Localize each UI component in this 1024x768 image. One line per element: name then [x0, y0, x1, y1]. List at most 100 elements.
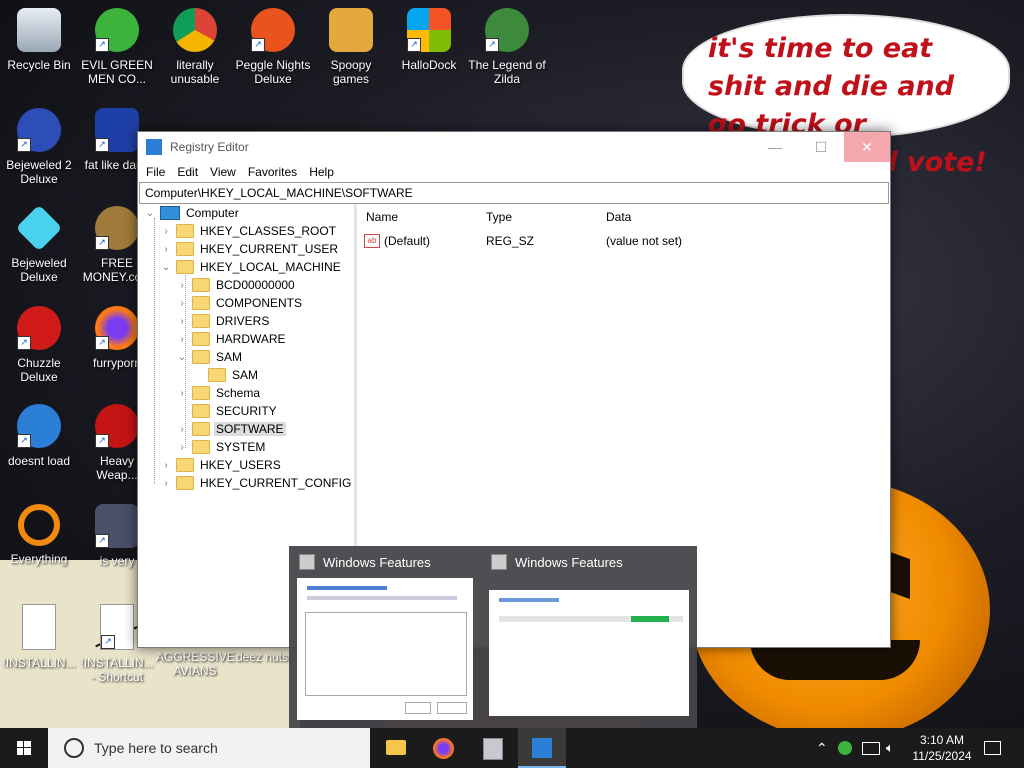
money-bag-icon: ↗: [95, 206, 139, 250]
tree-node-hkcr[interactable]: › HKEY_CLASSES_ROOT: [160, 222, 338, 240]
tree-node-sam-child[interactable]: SAM: [192, 366, 260, 384]
tree-node-computer[interactable]: ⌄ Computer: [144, 204, 241, 222]
start-button[interactable]: [0, 728, 48, 768]
text-file-icon: [22, 604, 56, 650]
thumbnail-2-preview[interactable]: [489, 590, 689, 716]
desktop-icon-peggle-nights[interactable]: ↗ Peggle Nights Deluxe: [234, 8, 312, 86]
maximize-button[interactable]: ☐: [798, 132, 844, 162]
computer-icon: [160, 206, 180, 220]
thunderbird-icon: ↗: [17, 404, 61, 448]
expand-icon[interactable]: ›: [176, 442, 188, 453]
expand-icon[interactable]: ›: [160, 460, 172, 471]
tree-node-hkcu[interactable]: › HKEY_CURRENT_USER: [160, 240, 340, 258]
desktop-icon-legend-of-zilda[interactable]: ↗ The Legend of Zilda: [468, 8, 546, 86]
folder-icon: [176, 224, 194, 238]
desktop-icon-chuzzle[interactable]: ↗ Chuzzle Deluxe: [0, 306, 78, 384]
desktop-icon-recycle-bin[interactable]: Recycle Bin: [0, 8, 78, 72]
tree-node-drivers[interactable]: › DRIVERS: [176, 312, 271, 330]
tree-node-security[interactable]: SECURITY: [176, 402, 279, 420]
folder-icon: [192, 422, 210, 436]
tree-node-sam[interactable]: ⌄ SAM: [176, 348, 244, 366]
tree-node-schema[interactable]: › Schema: [176, 384, 262, 402]
expand-icon[interactable]: ›: [176, 424, 188, 435]
windows-features-icon: [299, 554, 315, 570]
title-bar[interactable]: Registry Editor — ☐ ✕: [138, 132, 890, 162]
value-row-type: REG_SZ: [486, 234, 535, 248]
folder-icon: [176, 476, 194, 490]
expand-icon[interactable]: ›: [176, 334, 188, 345]
close-button[interactable]: ✕: [844, 132, 890, 162]
clock-date: 11/25/2024: [912, 749, 972, 763]
menu-view[interactable]: View: [204, 165, 242, 179]
tree-node-components[interactable]: › COMPONENTS: [176, 294, 304, 312]
tray-volume[interactable]: 🔈︎: [886, 728, 894, 768]
folder-icon: [176, 242, 194, 256]
column-header-name[interactable]: Name: [366, 210, 398, 226]
menu-edit[interactable]: Edit: [171, 165, 204, 179]
mpl-icon: ↗: [95, 108, 139, 152]
expand-icon[interactable]: ›: [160, 244, 172, 255]
zelda-character-icon: ↗: [485, 8, 529, 52]
expand-icon[interactable]: ›: [176, 316, 188, 327]
thumbnail-2-title[interactable]: Windows Features: [491, 554, 623, 570]
expand-icon[interactable]: ›: [176, 388, 188, 399]
tree-node-hklm[interactable]: ⌄ HKEY_LOCAL_MACHINE: [160, 258, 343, 276]
desktop-icon-spoopy-games[interactable]: Spoopy games: [312, 8, 390, 86]
desktop-icon-doesnt-load[interactable]: ↗ doesnt load: [0, 404, 78, 468]
folder-icon: [192, 440, 210, 454]
column-header-data[interactable]: Data: [606, 210, 631, 226]
taskbar-clock[interactable]: 3:10 AM 11/25/2024: [906, 732, 978, 764]
tray-network[interactable]: [862, 728, 880, 768]
collapse-icon[interactable]: ⌄: [160, 262, 172, 273]
thumbnail-1-title[interactable]: Windows Features: [299, 554, 431, 570]
tree-node-bcd[interactable]: › BCD00000000: [176, 276, 297, 294]
menu-bar: File Edit View Favorites Help: [138, 162, 890, 182]
expand-icon[interactable]: ›: [176, 280, 188, 291]
tree-node-system[interactable]: › SYSTEM: [176, 438, 267, 456]
taskbar-windows-features[interactable]: [468, 728, 516, 768]
menu-help[interactable]: Help: [303, 165, 340, 179]
diamond-gem-icon: [15, 204, 63, 252]
tree-node-hardware[interactable]: › HARDWARE: [176, 330, 288, 348]
address-bar[interactable]: Computer\HKEY_LOCAL_MACHINE\SOFTWARE: [139, 182, 889, 204]
clock-time: 3:10 AM: [919, 733, 965, 747]
menu-file[interactable]: File: [140, 165, 171, 179]
desktop-icon-everything[interactable]: Everything: [0, 504, 78, 566]
thumbnail-1-preview[interactable]: [297, 578, 473, 720]
show-hidden-icons-button[interactable]: ⌃: [816, 728, 828, 768]
taskbar-registry-editor[interactable]: [518, 728, 566, 768]
menu-favorites[interactable]: Favorites: [242, 165, 303, 179]
minimize-button[interactable]: —: [752, 132, 798, 162]
regedit-icon: [146, 139, 162, 155]
regedit-icon: [532, 738, 552, 758]
expand-icon[interactable]: ›: [176, 298, 188, 309]
folder-icon: [192, 314, 210, 328]
action-center-button[interactable]: [984, 728, 1001, 768]
taskbar-search-box[interactable]: Type here to search: [48, 728, 370, 768]
bejeweled-2-icon: ↗: [17, 108, 61, 152]
shield-logo-icon: ↗: [95, 504, 139, 548]
expand-icon[interactable]: ›: [160, 478, 172, 489]
tray-user-icon[interactable]: [838, 728, 852, 768]
firefox-icon: [433, 738, 454, 759]
desktop-icon-installing[interactable]: !INSTALLIN...: [0, 604, 78, 670]
tree-node-hkcc[interactable]: › HKEY_CURRENT_CONFIG: [160, 474, 353, 492]
folder-icon: [192, 404, 210, 418]
notification-icon: [984, 741, 1001, 755]
desktop-icon-literally-unusable[interactable]: literally unusable: [156, 8, 234, 86]
folder-icon: [192, 386, 210, 400]
desktop-icon-evil-green-men[interactable]: ↗ EVIL GREEN MEN CO...: [78, 8, 156, 86]
tree-node-software[interactable]: › SOFTWARE: [176, 420, 286, 438]
desktop-icon-bejeweled[interactable]: Bejeweled Deluxe: [0, 204, 78, 284]
taskbar-firefox[interactable]: [420, 728, 468, 768]
collapse-icon[interactable]: ⌄: [144, 208, 156, 219]
desktop-icon-hallodock[interactable]: ↗ HalloDock: [390, 8, 468, 72]
windows-features-icon: [483, 738, 503, 760]
taskbar-file-explorer[interactable]: [372, 728, 420, 768]
value-row-name[interactable]: ab (Default): [364, 232, 430, 250]
desktop-icon-bejeweled2[interactable]: ↗ Bejeweled 2 Deluxe: [0, 108, 78, 186]
tree-node-hku[interactable]: › HKEY_USERS: [160, 456, 283, 474]
collapse-icon[interactable]: ⌄: [176, 352, 188, 363]
column-header-type[interactable]: Type: [486, 210, 512, 226]
expand-icon[interactable]: ›: [160, 226, 172, 237]
